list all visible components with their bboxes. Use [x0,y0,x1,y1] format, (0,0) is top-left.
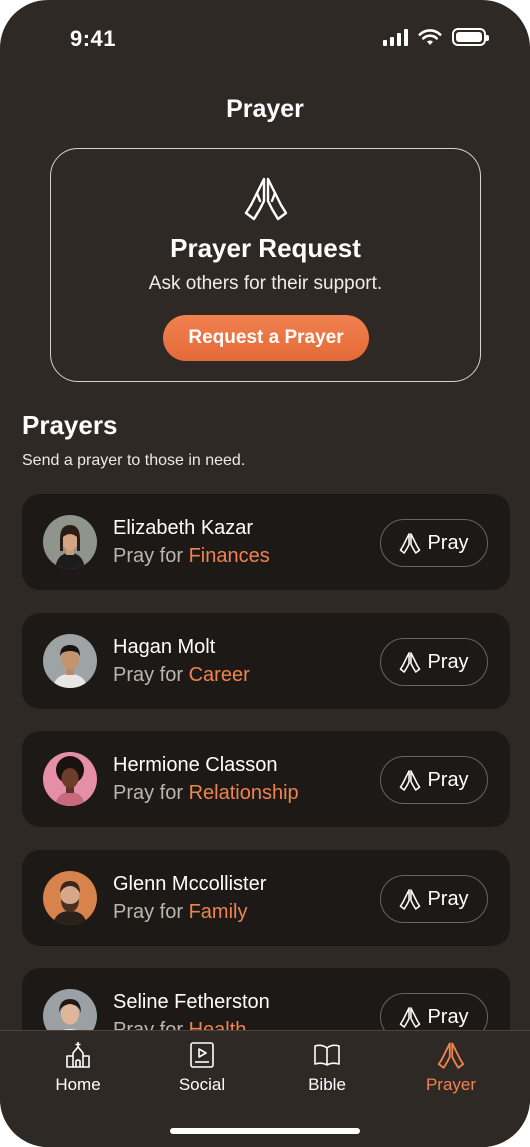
prayers-section-subtitle: Send a prayer to those in need. [22,452,246,469]
pray-button-label: Pray [427,887,469,910]
wifi-icon [418,29,442,45]
person-name: Elizabeth Kazar [113,517,254,539]
prayer-list-item: Elizabeth Kazar Pray for Finances Pray [22,494,510,590]
tab-label: Social [178,1075,226,1094]
pray-button-label: Pray [427,650,469,673]
prayer-request-card: Prayer Request Ask others for their supp… [50,148,481,382]
praying-hands-icon [244,177,287,221]
prayer-list-item: Glenn Mccollister Pray for Family Pray [22,850,510,946]
tab-social[interactable]: Social [147,1041,257,1095]
person-name: Hermione Classon [113,754,278,776]
pray-button[interactable]: Pray [380,638,488,686]
status-icons [383,28,489,46]
tab-label: Home [55,1075,101,1094]
cellular-signal-icon [383,28,408,46]
person-name: Hagan Molt [113,636,216,658]
person-name: Seline Fetherston [113,991,270,1013]
prayer-category: Relationship [188,782,299,804]
praying-hands-icon [400,652,421,673]
battery-icon [452,28,489,46]
pray-button[interactable]: Pray [380,756,488,804]
pray-button-label: Pray [427,768,469,791]
tab-label: Bible [308,1075,346,1094]
prayer-category: Finances [188,545,270,567]
avatar [43,752,97,806]
praying-hands-icon [400,889,421,910]
prayer-topic: Pray for Family [113,901,248,923]
prayer-list-item: Hagan Molt Pray for Career Pray [22,613,510,709]
tab-label: Prayer [425,1075,477,1094]
pray-button[interactable]: Pray [380,519,488,567]
avatar [43,515,97,569]
person-name: Glenn Mccollister [113,873,267,895]
prayer-request-subtitle: Ask others for their support. [148,273,383,294]
request-prayer-button[interactable]: Request a Prayer [163,315,369,361]
praying-hands-icon [400,770,421,791]
tab-home[interactable]: Home [23,1041,133,1095]
pray-button-label: Pray [427,531,469,554]
prayers-section-title: Prayers [22,410,118,440]
praying-hands-icon [400,533,421,554]
tab-bible[interactable]: Bible [272,1041,382,1095]
open-book-icon [314,1044,340,1066]
prayer-request-title: Prayer Request [170,233,361,263]
prayer-topic: Pray for Relationship [113,782,299,804]
tab-prayer[interactable]: Prayer [396,1041,506,1095]
prayer-topic: Pray for Finances [113,545,270,567]
avatar [43,871,97,925]
prayer-category: Family [188,901,248,923]
video-post-icon [190,1042,214,1068]
app-screen: 9:41 Prayer Prayer Request Ask others fo… [0,0,530,1147]
home-indicator [170,1128,360,1134]
prayer-topic: Pray for Career [113,664,250,686]
praying-hands-icon [437,1042,465,1069]
status-time: 9:41 [70,26,117,51]
page-title: Prayer [226,95,304,123]
pray-button[interactable]: Pray [380,875,488,923]
praying-hands-icon [400,1007,421,1028]
pray-button-label: Pray [427,1005,469,1028]
prayer-category: Career [188,664,250,686]
church-icon [66,1042,90,1068]
prayer-list-item: Hermione Classon Pray for Relationship P… [22,731,510,827]
avatar [43,634,97,688]
